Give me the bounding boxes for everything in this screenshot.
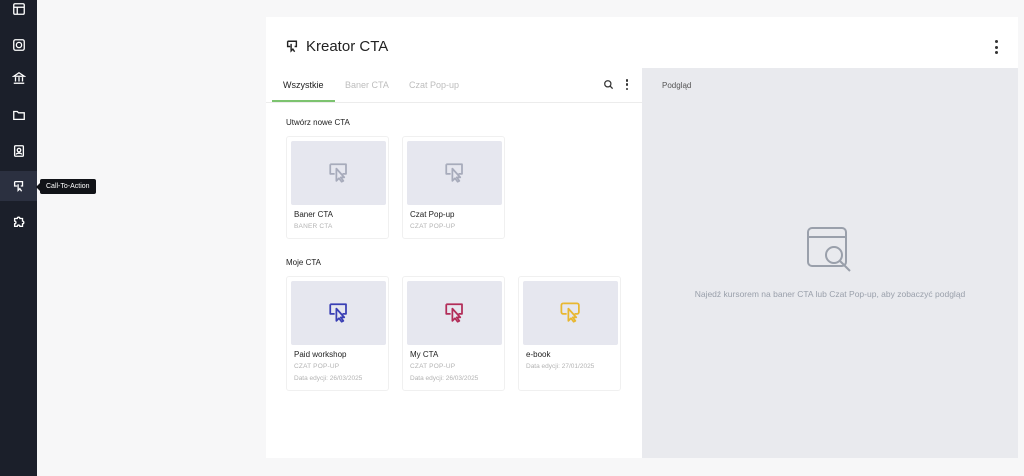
target-icon[interactable] <box>0 30 37 60</box>
preview-hint: Najedź kursorem na baner CTA lub Czat Po… <box>694 289 966 299</box>
page-title: Kreator CTA <box>306 38 389 55</box>
cta-creator-panel: Kreator CTA Wszystkie Baner CTA Czat Pop… <box>266 17 1018 458</box>
preview-search-icon <box>807 227 851 272</box>
card-thumbnail <box>407 141 502 205</box>
tab-bar: Wszystkie Baner CTA Czat Pop-up <box>266 68 642 103</box>
card-type: CZAT POP-UP <box>294 363 340 370</box>
tab-all[interactable]: Wszystkie <box>283 80 324 90</box>
card-thumbnail <box>291 281 386 345</box>
card-type: CZAT POP-UP <box>410 223 456 230</box>
create-chat-popup-card[interactable]: Czat Pop-up CZAT POP-UP <box>402 136 505 239</box>
sidebar <box>0 0 37 476</box>
preview-pane: Podgląd Najedź kursorem na baner CTA lub… <box>642 68 1018 458</box>
active-tab-indicator <box>272 100 335 102</box>
card-edit-date: Data edycji: 26/03/2025 <box>410 375 479 382</box>
card-thumbnail <box>407 281 502 345</box>
cta-icon[interactable] <box>0 171 37 201</box>
card-edit-date: Data edycji: 27/01/2025 <box>526 363 595 370</box>
more-options-icon[interactable] <box>991 40 1001 54</box>
cta-icon <box>444 163 463 183</box>
card-name: Czat Pop-up <box>410 210 455 219</box>
my-cta-card-e-book[interactable]: e-book Data edycji: 27/01/2025 <box>518 276 621 391</box>
panel-header: Kreator CTA <box>266 17 1018 68</box>
card-edit-date: Data edycji: 26/03/2025 <box>294 375 363 382</box>
card-type: CZAT POP-UP <box>410 363 456 370</box>
cta-list-pane: Wszystkie Baner CTA Czat Pop-up Utwórz n… <box>266 68 642 458</box>
bank-icon[interactable] <box>0 63 37 93</box>
preview-title: Podgląd <box>662 81 692 90</box>
card-name: Baner CTA <box>294 210 333 219</box>
search-icon[interactable] <box>603 79 614 90</box>
tab-banner-cta[interactable]: Baner CTA <box>345 80 389 90</box>
card-thumbnail <box>523 281 618 345</box>
cta-icon <box>444 303 463 323</box>
create-banner-cta-card[interactable]: Baner CTA BANER CTA <box>286 136 389 239</box>
puzzle-icon[interactable] <box>0 207 37 237</box>
folder-icon[interactable] <box>0 100 37 130</box>
cta-icon <box>286 40 298 53</box>
create-section-title: Utwórz nowe CTA <box>286 118 350 127</box>
card-name: e-book <box>526 350 551 359</box>
my-cta-card-paid-workshop[interactable]: Paid workshop CZAT POP-UP Data edycji: 2… <box>286 276 389 391</box>
card-name: My CTA <box>410 350 439 359</box>
my-cta-card-my-cta[interactable]: My CTA CZAT POP-UP Data edycji: 26/03/20… <box>402 276 505 391</box>
tab-chat-popup[interactable]: Czat Pop-up <box>409 80 459 90</box>
sidebar-tooltip: Call-To-Action <box>36 179 96 194</box>
cta-icon <box>328 163 347 183</box>
layout-icon[interactable] <box>0 0 37 24</box>
tab-more-icon[interactable] <box>624 79 630 90</box>
card-name: Paid workshop <box>294 350 347 359</box>
contact-book-icon[interactable] <box>0 136 37 166</box>
card-thumbnail <box>291 141 386 205</box>
card-type: BANER CTA <box>294 223 333 230</box>
cta-icon <box>560 302 580 323</box>
my-cta-section-title: Moje CTA <box>286 258 321 267</box>
cta-icon <box>328 303 347 323</box>
